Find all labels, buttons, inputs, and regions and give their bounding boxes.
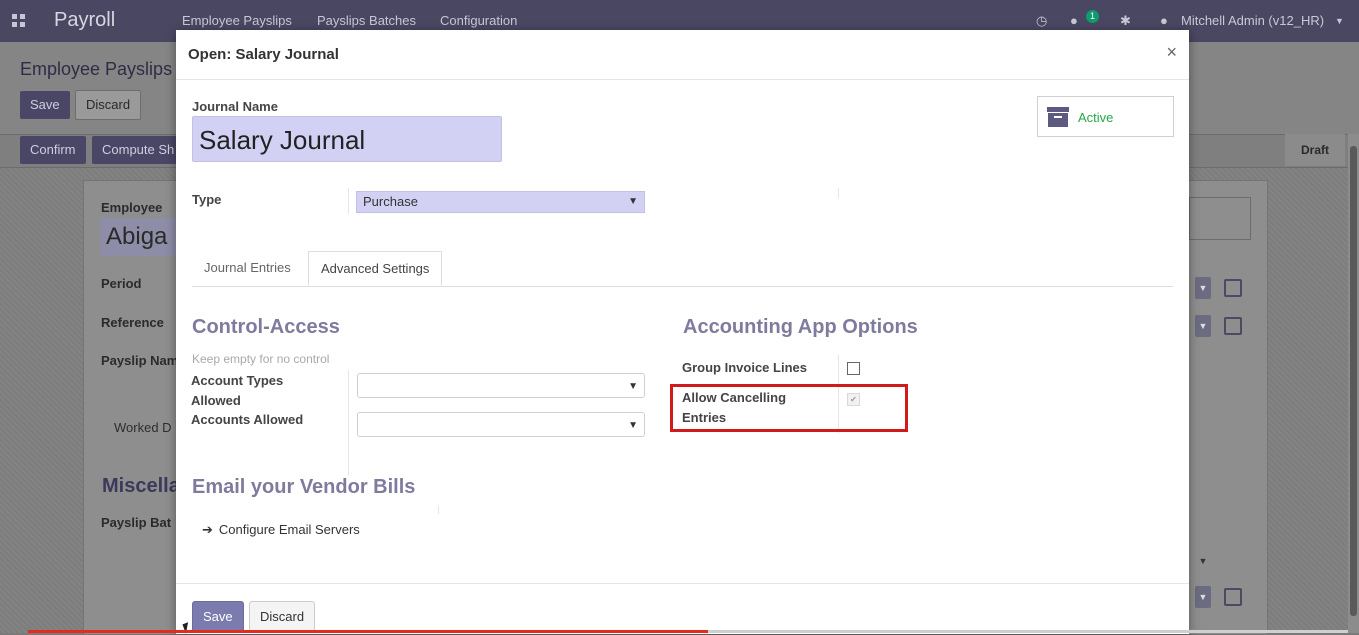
dialog-footer: Save Discard: [176, 583, 1189, 634]
confirm-button[interactable]: Confirm: [20, 136, 86, 164]
accounts-allowed-select[interactable]: ▼: [357, 412, 645, 437]
highlight-annotation: [670, 384, 908, 432]
chat-count-badge: 1: [1086, 10, 1099, 23]
control-access-title: Control-Access: [192, 316, 340, 338]
email-section-title: Email your Vendor Bills: [192, 476, 416, 498]
reference-label: Reference: [101, 315, 164, 330]
journal-dialog: Open: Salary Journal × Journal Name Sala…: [176, 30, 1189, 634]
employee-label: Employee: [101, 200, 163, 215]
group-invoice-lines-label: Group Invoice Lines: [682, 360, 807, 375]
clock-icon[interactable]: ◷: [1036, 13, 1047, 29]
journal-name-input[interactable]: Salary Journal: [192, 116, 502, 162]
archive-icon: [1047, 107, 1069, 127]
close-icon[interactable]: ×: [1166, 42, 1177, 63]
avatar[interactable]: ●: [1160, 13, 1168, 28]
field-separator: [438, 506, 439, 514]
period-label: Period: [101, 276, 142, 291]
chat-icon[interactable]: ●: [1070, 13, 1078, 28]
menu-payslips-batches[interactable]: Payslips Batches: [317, 13, 416, 28]
external-link-icon[interactable]: [1224, 317, 1242, 335]
compute-sheet-button[interactable]: Compute Sh: [92, 136, 185, 164]
bug-icon[interactable]: ✱: [1120, 13, 1131, 29]
account-types-label: Account Types: [191, 373, 284, 388]
dialog-title: Open: Salary Journal: [188, 46, 339, 63]
field-separator: [348, 188, 349, 214]
dialog-body: Journal Name Salary Journal Active Type …: [176, 80, 1189, 583]
account-types-select[interactable]: ▼: [357, 373, 645, 398]
configure-email-servers-link[interactable]: ➔ Configure Email Servers: [202, 522, 360, 538]
employee-field[interactable]: Abiga: [100, 218, 176, 256]
arrow-right-icon: ➔: [202, 522, 213, 537]
discard-button[interactable]: Discard: [249, 601, 316, 633]
misc-title: Miscella: [102, 475, 180, 497]
tab-advanced-settings[interactable]: Advanced Settings: [308, 251, 443, 286]
chevron-down-icon: ▼: [628, 196, 638, 207]
status-draft: Draft: [1285, 134, 1345, 166]
accounts-allowed-label: Accounts Allowed: [191, 412, 304, 427]
configure-email-servers-label: Configure Email Servers: [218, 522, 360, 537]
account-types-label-2: Allowed: [191, 393, 241, 408]
apps-menu-icon[interactable]: [12, 14, 26, 28]
worked-days-tab[interactable]: Worked D: [114, 420, 172, 435]
bg-discard-button[interactable]: Discard: [75, 90, 142, 120]
type-value: Purchase: [363, 194, 418, 209]
chevron-down-icon: ▼: [628, 420, 638, 431]
save-button[interactable]: Save: [192, 601, 244, 633]
batch-dropdown-icon[interactable]: ▼: [1195, 550, 1211, 572]
dialog-header: Open: Salary Journal ×: [176, 30, 1189, 80]
reference-dropdown-icon[interactable]: ▼: [1195, 315, 1211, 337]
chevron-down-icon: ▼: [628, 381, 638, 392]
external-link-icon[interactable]: [1224, 588, 1242, 606]
breadcrumb[interactable]: Employee Payslips: [20, 59, 172, 80]
user-menu[interactable]: Mitchell Admin (v12_HR): [1181, 13, 1324, 28]
payslip-name-label: Payslip Nam: [101, 353, 179, 368]
active-toggle-button[interactable]: Active: [1037, 96, 1174, 137]
user-dropdown-icon[interactable]: ▼: [1335, 16, 1344, 26]
smart-button[interactable]: [1189, 197, 1251, 240]
field-separator: [838, 188, 839, 198]
menu-employee-payslips[interactable]: Employee Payslips: [182, 13, 292, 28]
app-brand[interactable]: Payroll: [54, 9, 115, 32]
control-access-hint: Keep empty for no control: [192, 352, 330, 366]
status-text: Active: [1078, 110, 1114, 125]
type-label: Type: [192, 192, 222, 207]
menu-configuration[interactable]: Configuration: [440, 13, 517, 28]
period-dropdown-icon[interactable]: ▼: [1195, 277, 1211, 299]
tab-journal-entries[interactable]: Journal Entries: [192, 251, 303, 285]
bg-save-button[interactable]: Save: [20, 91, 70, 119]
external-link-icon[interactable]: [1224, 279, 1242, 297]
accounting-options-title: Accounting App Options: [683, 316, 918, 338]
notebook-tabs: Journal Entries Advanced Settings: [192, 251, 1173, 287]
journal-name-label: Journal Name: [192, 99, 278, 114]
type-select[interactable]: Purchase ▼: [356, 191, 645, 213]
misc-dropdown-icon[interactable]: ▼: [1195, 586, 1211, 608]
payslip-batch-label: Payslip Bat: [101, 515, 172, 530]
group-invoice-lines-checkbox[interactable]: [847, 362, 860, 375]
page-scrollbar[interactable]: [1348, 134, 1359, 633]
field-separator: [348, 370, 349, 476]
